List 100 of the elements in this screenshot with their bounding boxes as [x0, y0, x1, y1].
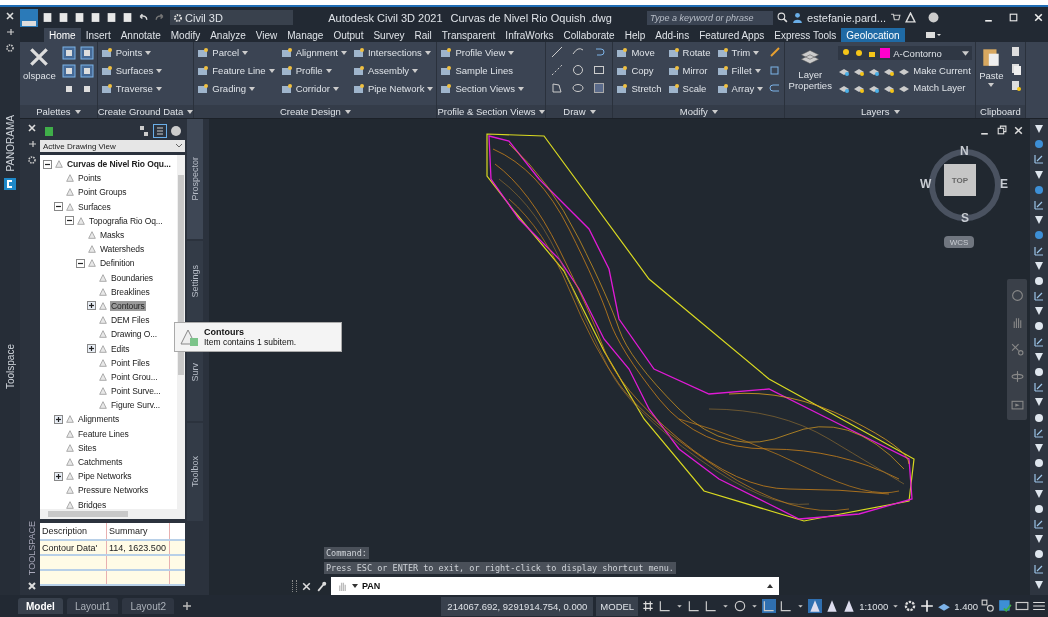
file-icon[interactable] [106, 12, 117, 23]
panel-title[interactable]: Clipboard [976, 105, 1025, 118]
ribbon-tab[interactable]: Express Tools [769, 28, 842, 42]
palette-tab[interactable]: Settings [187, 241, 203, 321]
toolbar-icon[interactable] [1033, 381, 1045, 394]
app-logo-icon[interactable] [4, 177, 16, 190]
toolbar-icon[interactable] [1033, 274, 1045, 287]
ribbon-tab[interactable]: Output [328, 28, 369, 42]
expander-icon[interactable] [76, 258, 85, 268]
list-view-icon[interactable] [154, 125, 166, 137]
panel-title[interactable]: Create Design [194, 105, 437, 118]
toolbar-icon[interactable] [1033, 411, 1045, 424]
ribbon-tab[interactable]: Insert [80, 28, 116, 42]
settings-icon[interactable] [903, 599, 918, 613]
ribbon-tool[interactable]: Feature Line [197, 64, 275, 77]
toolspace-button[interactable]: olspace [23, 46, 56, 81]
steering-wheel-icon[interactable] [1010, 289, 1024, 302]
ribbon-tab[interactable]: Rail [409, 28, 437, 42]
copy-icon[interactable] [1009, 63, 1022, 75]
tree-item[interactable]: Point Grou... [110, 371, 159, 382]
lineweight-readout[interactable]: 1.400 [954, 600, 978, 612]
panel-title[interactable]: Modify [613, 105, 785, 118]
ribbon-tab[interactable]: Survey [368, 28, 410, 42]
toolbar-icon[interactable] [1033, 487, 1045, 500]
ribbon-tab[interactable]: Add-ins [650, 28, 695, 42]
paste-button[interactable]: Paste [979, 46, 1004, 87]
ribbon-tab[interactable]: Modify [165, 28, 206, 42]
orbit-icon[interactable] [1010, 370, 1024, 383]
expander-icon[interactable] [54, 414, 63, 424]
expander-icon[interactable] [87, 344, 96, 354]
palette-icon[interactable] [79, 46, 94, 60]
undo-icon[interactable] [138, 12, 149, 23]
close-icon[interactable] [5, 11, 15, 21]
ribbon-tool[interactable]: Array [716, 82, 764, 95]
view-cube-face[interactable]: TOP [944, 164, 976, 196]
file-icon[interactable] [122, 12, 133, 23]
ribbon-tab[interactable]: Help [619, 28, 651, 42]
close-icon[interactable] [301, 580, 312, 592]
annotation-icon[interactable] [808, 599, 823, 613]
workspace-dropdown[interactable]: Civil 3D [170, 10, 293, 25]
arc-icon[interactable] [593, 46, 606, 58]
palette-tab[interactable]: Toolbox [187, 423, 203, 521]
toolbar-icon[interactable] [1033, 578, 1045, 591]
search-icon[interactable] [777, 12, 789, 23]
grid-icon[interactable] [641, 599, 656, 613]
close-icon[interactable] [27, 123, 37, 133]
ribbon-tool[interactable]: Grading [197, 82, 275, 95]
toolbar-icon[interactable] [1033, 290, 1045, 303]
tree-item[interactable]: Curvas de Nivel Rio Oqu... [66, 159, 172, 170]
close-icon[interactable] [1013, 125, 1024, 136]
ribbon-tab[interactable]: Manage [282, 28, 329, 42]
toolbar-icon[interactable] [1033, 198, 1045, 211]
command-input[interactable]: PAN [331, 577, 779, 595]
ortho-icon[interactable] [687, 599, 702, 613]
expander-icon[interactable] [54, 471, 63, 481]
snap-icon[interactable] [658, 599, 673, 613]
layer-action-button[interactable]: Match Layer [898, 81, 966, 94]
panel-title[interactable]: Palettes [20, 105, 97, 118]
ribbon-tool[interactable]: Sample Lines [440, 64, 524, 77]
offset-icon[interactable] [769, 82, 782, 94]
ribbon-tool[interactable]: Scale [667, 82, 711, 95]
annotation-scale[interactable]: 1:1000 [859, 600, 889, 612]
tree-item[interactable]: Topografia Rio Oq... [88, 215, 164, 226]
app-logo-icon[interactable] [20, 8, 38, 27]
help-icon[interactable] [928, 12, 939, 23]
file-icon[interactable] [74, 12, 85, 23]
panel-label[interactable]: PANORAMA [4, 115, 16, 172]
toolbar-icon[interactable] [1033, 457, 1045, 470]
ribbon-tab[interactable]: Transparent [436, 28, 501, 42]
view-dropdown[interactable]: Active Drawing View [40, 140, 185, 152]
ribbon-tool[interactable]: Parcel [197, 46, 275, 59]
wrench-icon[interactable] [316, 580, 327, 592]
layer-action-button[interactable]: Make Current [898, 64, 971, 77]
compass-label[interactable]: W [920, 177, 932, 191]
tree-item[interactable]: Alignments [77, 414, 121, 425]
tree-item[interactable]: Drawing O... [110, 329, 159, 340]
ribbon-toggle-icon[interactable] [924, 30, 941, 40]
panel-title[interactable]: Draw [546, 105, 613, 118]
tree-item[interactable]: Point Files [110, 357, 151, 368]
boundary-icon[interactable] [551, 82, 564, 94]
settings-icon[interactable] [5, 43, 15, 53]
ribbon-tool[interactable]: Rotate [667, 46, 711, 59]
palette-icon[interactable] [79, 64, 94, 78]
file-icon[interactable] [90, 12, 101, 23]
file-icon[interactable] [58, 12, 69, 23]
tree-item[interactable]: Bridges [77, 499, 108, 510]
settings-icon[interactable] [27, 155, 37, 165]
column-header[interactable]: Summary [107, 523, 170, 539]
hatch-icon[interactable] [593, 82, 606, 94]
help-icon[interactable] [170, 125, 182, 137]
ribbon-tool[interactable]: Section Views [440, 82, 524, 95]
tree-item[interactable]: Pressure Networks [77, 485, 150, 496]
palette-icon[interactable] [61, 46, 76, 60]
layout-tab[interactable]: Layout1 [66, 598, 119, 614]
compass-label[interactable]: E [1000, 177, 1008, 191]
ribbon-tool[interactable]: Copy [616, 64, 662, 77]
ribbon-tab[interactable]: Collaborate [558, 28, 620, 42]
tree-item[interactable]: Edits [110, 343, 131, 354]
tools-icon[interactable] [27, 581, 37, 591]
cart-icon[interactable] [890, 12, 901, 23]
